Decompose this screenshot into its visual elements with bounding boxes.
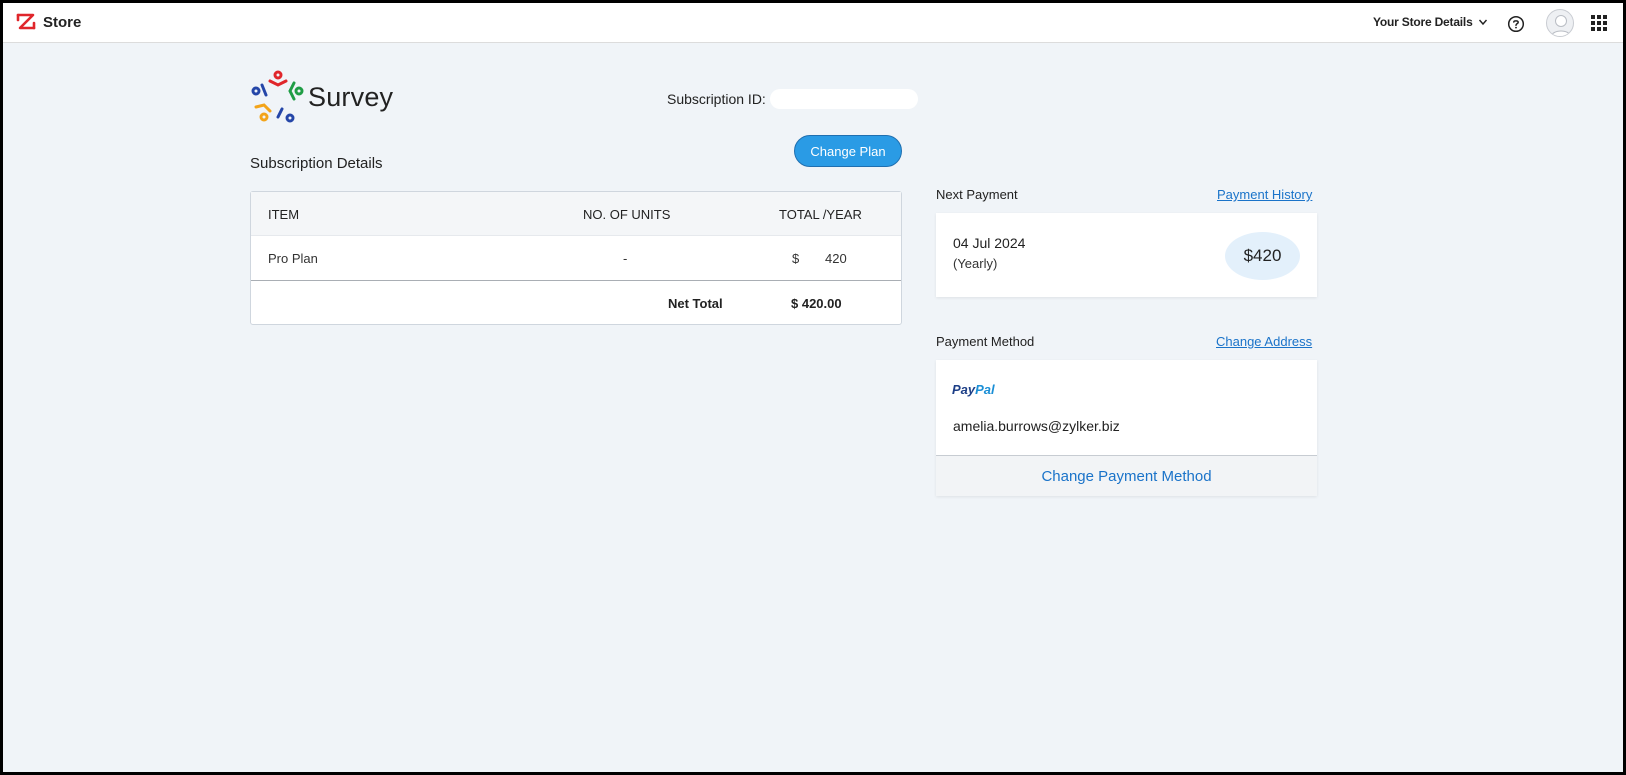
store-details-label: Your Store Details [1373,15,1473,29]
table-header: ITEM NO. OF UNITS TOTAL /YEAR [251,192,901,236]
paypal-logo: PayPal [952,382,995,397]
change-plan-button[interactable]: Change Plan [794,135,902,167]
user-avatar-icon [1550,15,1572,36]
payment-method-card: PayPal amelia.burrows@zylker.biz Change … [936,360,1317,496]
product-name: Survey [308,81,394,112]
subscription-id-value [769,89,918,109]
column-header-units: NO. OF UNITS [583,207,671,222]
top-bar: Store Your Store Details [3,3,1623,43]
billing-cycle: (Yearly) [953,256,998,271]
column-header-item: ITEM [268,207,300,222]
help-icon[interactable] [1507,15,1525,33]
row-amount: 420 [825,251,847,266]
avatar[interactable] [1546,9,1574,37]
next-payment-date: 04 Jul 2024 [953,235,1026,251]
subscription-id: Subscription ID: [667,89,918,109]
row-item: Pro Plan [268,251,318,266]
row-units: - [623,251,628,266]
change-address-link[interactable]: Change Address [1216,334,1312,349]
next-payment-amount: $420 [1225,232,1300,280]
table-row: Pro Plan - $ 420 [251,236,901,281]
page: Store Your Store Details Survey Subscrip… [3,3,1623,772]
payment-email: amelia.burrows@zylker.biz [953,418,1120,434]
zoho-store-logo-icon [16,13,36,30]
change-payment-method-button[interactable]: Change Payment Method [936,455,1317,496]
paypal-logo-pay: Pay [952,382,976,397]
chevron-down-icon [1478,19,1487,26]
next-payment-title: Next Payment [936,187,1018,202]
store-details-menu[interactable]: Your Store Details [1373,15,1488,29]
subscription-id-label: Subscription ID: [667,91,766,107]
next-payment-card: 04 Jul 2024 (Yearly) $420 [936,213,1317,297]
brand-name: Store [43,13,82,31]
survey-logo: Survey [250,69,393,125]
subscription-details-title: Subscription Details [250,155,383,172]
brand[interactable]: Store [15,11,81,33]
subscription-table: ITEM NO. OF UNITS TOTAL /YEAR Pro Plan -… [250,191,902,325]
survey-logo-icon [251,70,304,123]
change-payment-method-label: Change Payment Method [1041,467,1212,485]
row-currency: $ [792,251,800,266]
net-total-label: Net Total [668,296,723,311]
column-header-total: TOTAL /YEAR [779,207,862,222]
payment-history-link[interactable]: Payment History [1217,187,1312,202]
apps-grid-icon[interactable] [1591,15,1607,31]
table-footer: Net Total $ 420.00 [251,282,901,326]
payment-method-title: Payment Method [936,334,1035,349]
paypal-logo-pal: Pal [975,382,995,397]
net-total-value: $ 420.00 [791,296,842,311]
